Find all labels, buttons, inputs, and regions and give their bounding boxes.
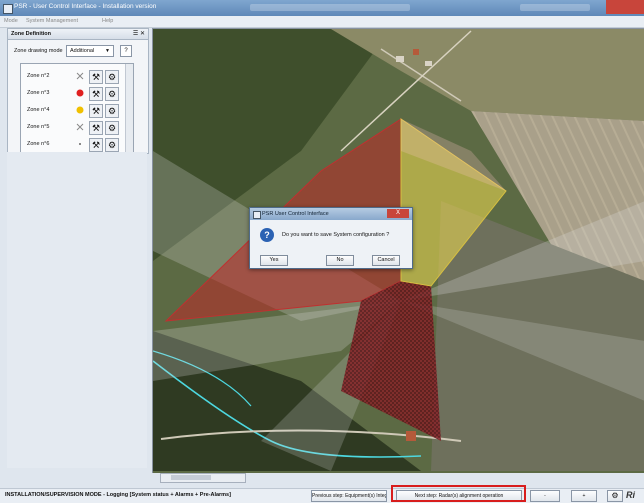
map-horizontal-scrollbar[interactable]: [160, 473, 246, 483]
gear-icon[interactable]: ⚙: [105, 70, 119, 84]
list-item: Zone n°3 ⚒ ⚙: [21, 85, 125, 101]
yellow-status-icon: [76, 106, 84, 114]
menu-system-management[interactable]: System Management: [26, 18, 78, 24]
dot-icon: [79, 143, 81, 145]
brand-logo: Ri: [626, 490, 635, 500]
zone-list-vertical-scrollbar[interactable]: [125, 64, 133, 164]
gear-icon[interactable]: ⚙: [105, 138, 119, 152]
zone-name: Zone n°3: [27, 90, 50, 96]
panel-dock-close-controls[interactable]: ☰ ✕: [133, 30, 145, 37]
app-icon: [253, 211, 261, 219]
zone-mode-label: Zone drawing mode: [14, 48, 63, 54]
zone-definition-panel: Zone Definition ☰ ✕ Zone drawing mode Ad…: [7, 28, 149, 173]
zone-mode-select[interactable]: Additional ▼: [66, 45, 114, 57]
app-icon: [3, 4, 13, 14]
menu-help[interactable]: Help: [102, 18, 113, 24]
gear-icon[interactable]: ⚙: [607, 490, 623, 502]
yes-button[interactable]: Yes: [260, 255, 288, 266]
window-title: PSR - User Control Interface - Installat…: [14, 3, 157, 10]
tools-icon[interactable]: ⚒: [89, 87, 103, 101]
cross-icon: [76, 72, 84, 80]
taskbar-blur: [250, 4, 410, 11]
tools-icon[interactable]: ⚒: [89, 104, 103, 118]
dialog-title: PSR User Control Interface: [262, 211, 329, 217]
zone-mode-value: Additional: [70, 48, 95, 54]
gear-icon[interactable]: ⚙: [105, 87, 119, 101]
dialog-title-bar: PSR User Control Interface X: [250, 208, 412, 220]
window-title-bar: PSR - User Control Interface - Installat…: [0, 0, 644, 16]
dialog-close-button[interactable]: X: [387, 209, 409, 218]
save-config-dialog: PSR User Control Interface X ? Do you wa…: [249, 207, 413, 269]
dialog-message: Do you want to save System configuration…: [282, 232, 390, 238]
window-close-button[interactable]: [606, 0, 644, 14]
menu-bar: Mode System Management Help: [0, 16, 644, 28]
red-status-icon: [76, 89, 84, 97]
tools-icon[interactable]: ⚒: [89, 121, 103, 135]
previous-step-button[interactable]: Previous step: Equipment(s) Integration …: [311, 490, 387, 502]
list-item: Zone n°5 ⚒ ⚙: [21, 119, 125, 135]
help-button[interactable]: ?: [120, 45, 132, 57]
zoom-in-button[interactable]: +: [571, 490, 597, 502]
taskbar-blur-2: [520, 4, 590, 11]
list-item: Zone n°4 ⚒ ⚙: [21, 102, 125, 118]
status-bar: INSTALLATION/SUPERVISION MODE - Logging …: [0, 488, 644, 503]
gear-icon[interactable]: ⚙: [105, 121, 119, 135]
cross-icon: [76, 123, 84, 131]
gear-icon[interactable]: ⚙: [105, 104, 119, 118]
chevron-down-icon: ▼: [105, 48, 110, 54]
zone-mode-row: Zone drawing mode Additional ▼ ?: [14, 45, 142, 57]
tools-icon[interactable]: ⚒: [89, 138, 103, 152]
no-button[interactable]: No: [326, 255, 354, 266]
cancel-button[interactable]: Cancel: [372, 255, 400, 266]
zone-name: Zone n°4: [27, 107, 50, 113]
mode-status-text: INSTALLATION/SUPERVISION MODE - Logging …: [5, 492, 231, 498]
zone-name: Zone n°2: [27, 73, 50, 79]
zone-name: Zone n°6: [27, 141, 50, 147]
list-item: Zone n°2 ⚒ ⚙: [21, 68, 125, 84]
left-panel-background: [7, 152, 147, 468]
panel-title: Zone Definition: [11, 31, 52, 37]
zone-name: Zone n°5: [27, 124, 50, 130]
question-icon: ?: [260, 228, 274, 242]
panel-header: Zone Definition ☰ ✕: [8, 29, 148, 40]
list-item: Zone n°6 ⚒ ⚙: [21, 136, 125, 152]
tools-icon[interactable]: ⚒: [89, 70, 103, 84]
menu-mode[interactable]: Mode: [4, 18, 18, 24]
next-step-highlight: [391, 485, 526, 502]
zoom-out-button[interactable]: -: [530, 490, 560, 502]
scrollbar-thumb[interactable]: [171, 475, 211, 480]
